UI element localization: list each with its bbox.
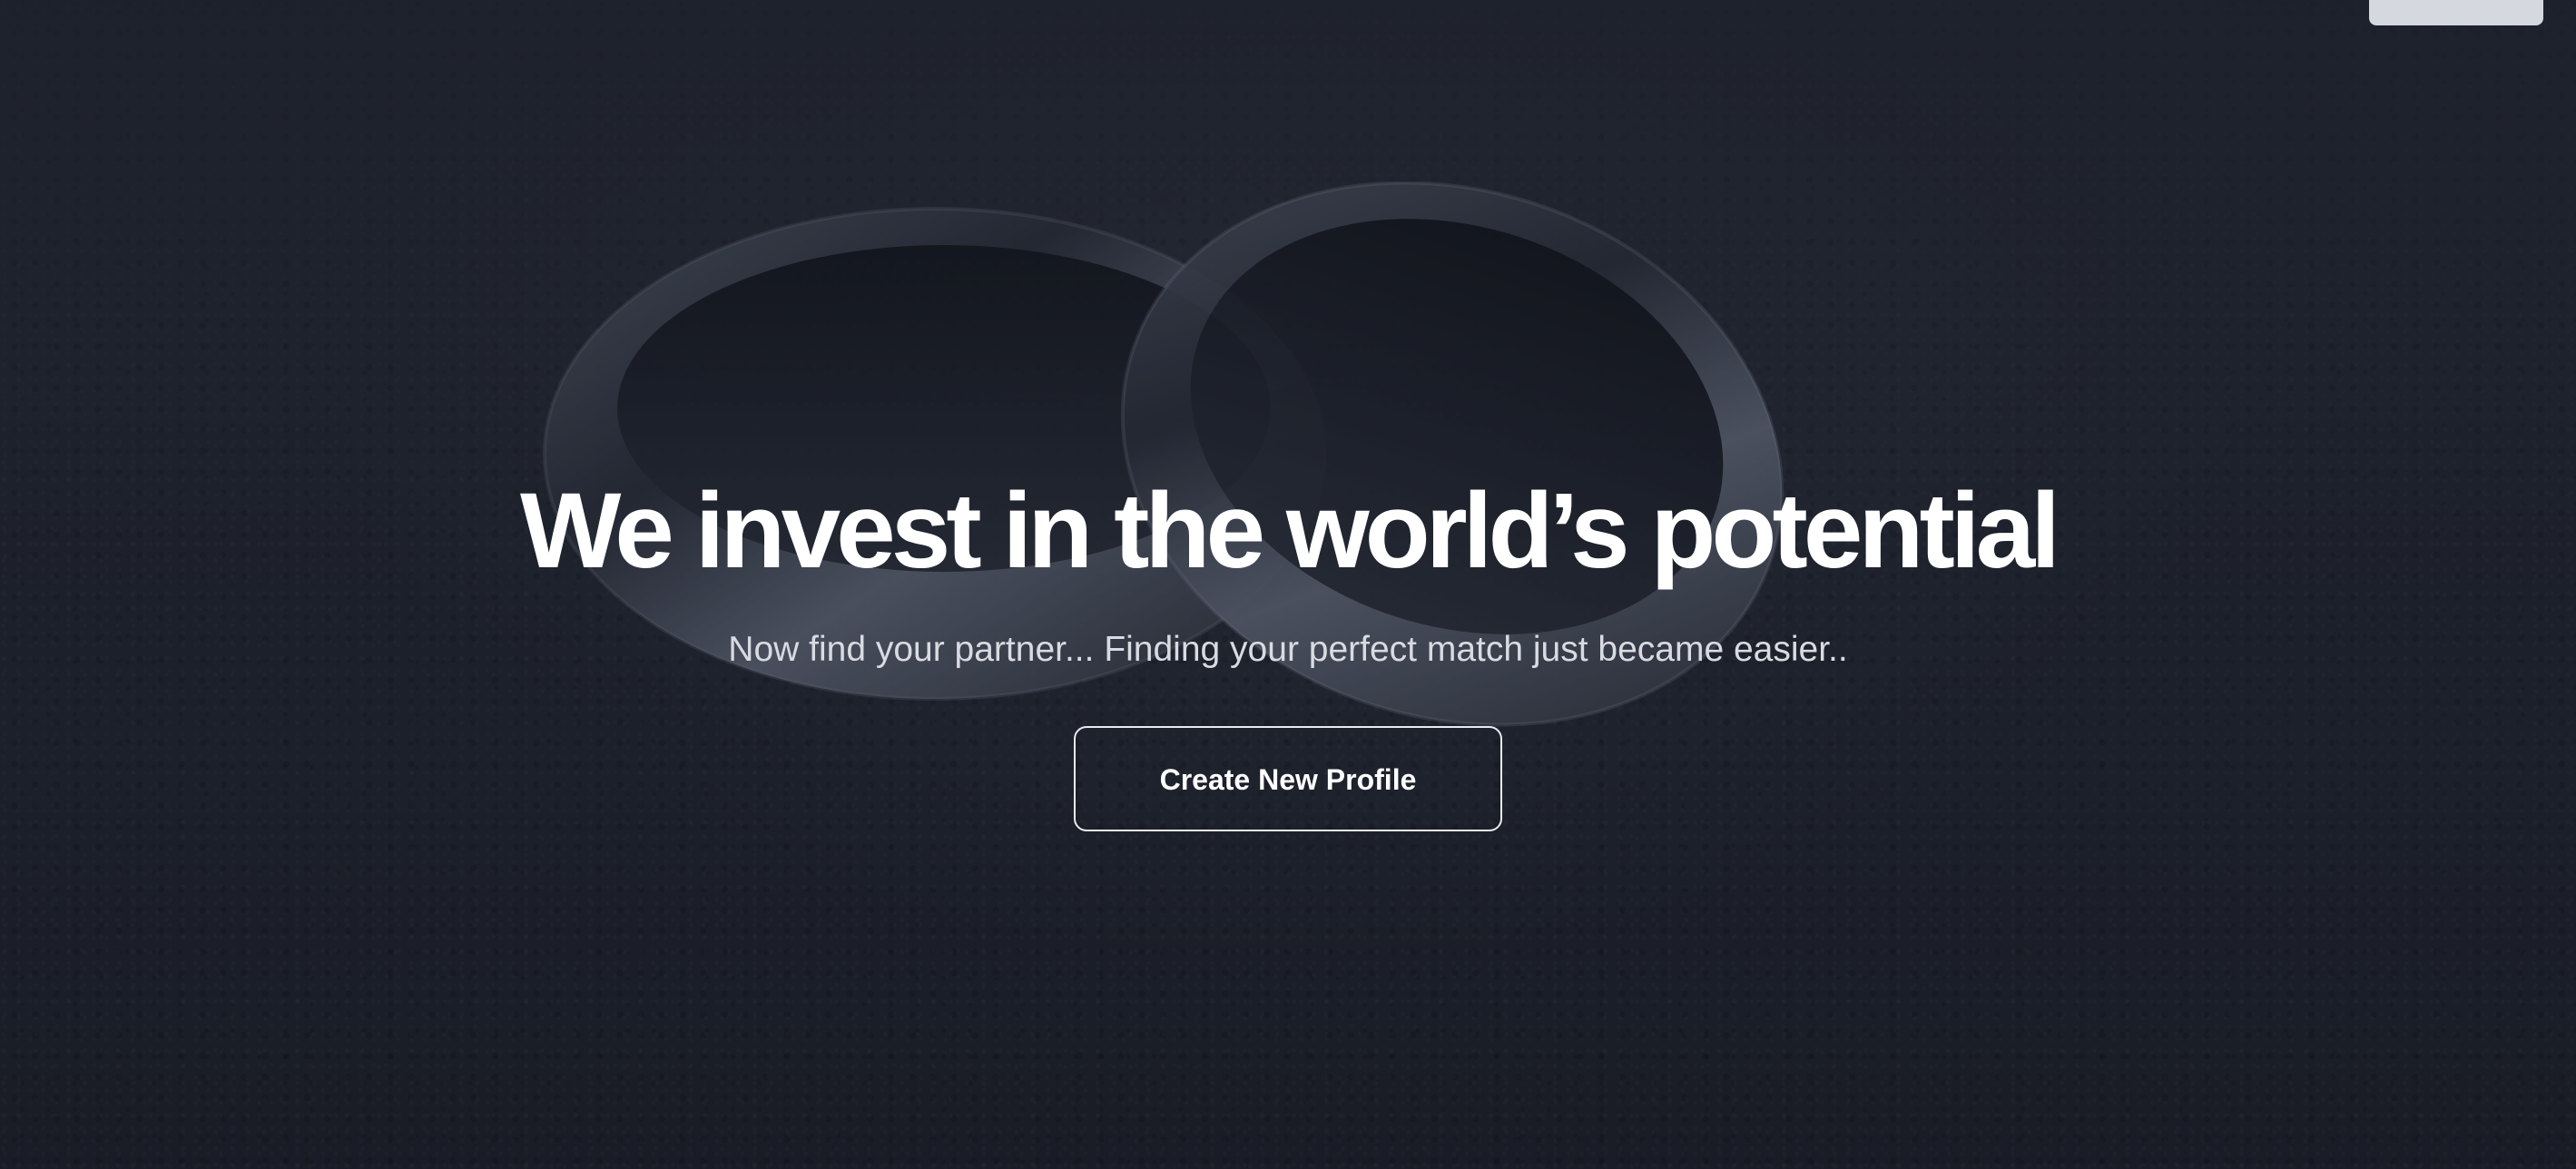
hero-subtitle: Now find your partner... Finding your pe… [728, 630, 1848, 669]
header-corner-button[interactable] [2369, 0, 2543, 25]
hero-content: We invest in the world’s potential Now f… [0, 463, 2576, 831]
hero-section: We invest in the world’s potential Now f… [0, 0, 2576, 1169]
hero-headline: We invest in the world’s potential [519, 471, 2060, 591]
create-new-profile-button[interactable]: Create New Profile [1074, 726, 1502, 831]
